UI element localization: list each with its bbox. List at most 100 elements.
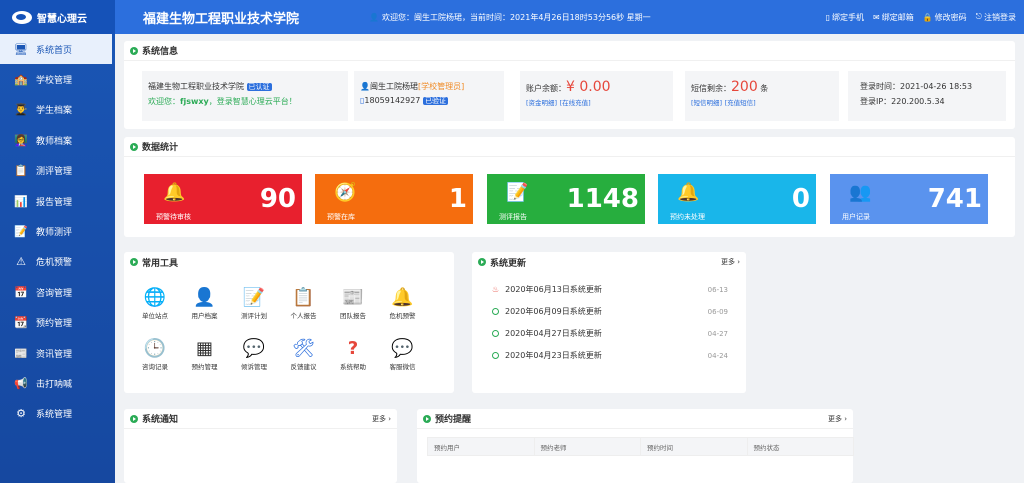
sidebar-item-teacher[interactable]: 👩‍🏫 教师档案	[0, 125, 115, 155]
plan-icon: 📝	[242, 287, 266, 308]
school-name: 福建生物工程职业技术学院	[143, 11, 300, 27]
stat-card[interactable]: 🔔 0 预约未处理	[658, 174, 816, 224]
column-header: 预约老师	[533, 437, 641, 456]
stats-panel: 数据统计 🔔 90 预警待审核 🧭 1 预警在库 📝 1148 测评报告 🔔 0 预约未处理 👥 741 用…	[124, 137, 1015, 237]
booking-more-link[interactable]: 更多 ›	[828, 414, 847, 424]
help-icon: ?	[347, 338, 359, 359]
phone-verified-badge: 已验证	[422, 97, 448, 105]
sidebar-item-school[interactable]: 🏫 学校管理	[0, 64, 115, 94]
stat-card[interactable]: 🔔 90 预警待审核	[144, 174, 302, 224]
tool-item[interactable]: 💬 倾诉管理	[233, 337, 275, 371]
stat-label: 用户记录	[842, 213, 870, 221]
update-title: 2020年04月27日系统更新	[505, 329, 602, 338]
stat-label: 预警待审核	[156, 213, 191, 221]
panel-title: 系统更新	[472, 252, 746, 272]
tool-label: 倾诉管理	[241, 363, 267, 371]
logout-link[interactable]: ⎋ 注销登录	[976, 12, 1016, 23]
panel-title: 系统通知	[124, 409, 397, 429]
tool-item[interactable]: 📋 个人报告	[283, 286, 325, 320]
globe-icon: 🌐	[143, 287, 167, 308]
tool-item[interactable]: ▦ 预约管理	[184, 337, 226, 371]
play-icon	[130, 46, 138, 55]
list-item[interactable]: ♨ 2020年06月13日系统更新 06-13	[492, 284, 728, 295]
team-report-icon: 📰	[341, 287, 365, 308]
tool-item[interactable]: 📰 团队报告	[332, 286, 374, 320]
stat-value: 1	[448, 184, 467, 214]
logout-icon: ⎋	[975, 12, 982, 21]
tool-item[interactable]: 🛠 反馈建议	[283, 337, 325, 371]
sidebar-item-teacher-test[interactable]: 📝 教师测评	[0, 216, 115, 246]
stat-card[interactable]: 🧭 1 预警在库	[315, 174, 473, 224]
stat-label: 测评报告	[499, 213, 527, 221]
tool-label: 团队报告	[340, 312, 366, 320]
tool-item[interactable]: 🌐 单位站点	[134, 286, 176, 320]
sidebar-item-label: 教师测评	[36, 228, 73, 239]
tool-label: 测评计划	[241, 312, 267, 320]
play-icon	[130, 142, 138, 151]
stat-value: 1148	[566, 184, 639, 214]
sidebar-item-consult[interactable]: 📅 咨询管理	[0, 277, 115, 307]
wechat-icon: 💬	[391, 338, 414, 359]
tool-item[interactable]: ? 系统帮助	[332, 337, 374, 371]
list-item[interactable]: 2020年04月27日系统更新 04-27	[492, 328, 728, 339]
column-header: 预约用户	[427, 437, 535, 456]
chat-icon: 💬	[242, 338, 266, 359]
user-icon: 👤	[193, 287, 216, 308]
tool-item[interactable]: 💬 客服微信	[382, 337, 424, 371]
sidebar-item-appointment[interactable]: 📆 预约管理	[0, 308, 115, 338]
sms-detail-link[interactable]: [短信明细]	[691, 99, 722, 107]
stat-card[interactable]: 👥 741 用户记录	[830, 174, 988, 224]
sidebar-item-news[interactable]: 📰 资讯管理	[0, 338, 115, 368]
list-item[interactable]: 2020年06月09日系统更新 06-09	[492, 306, 728, 317]
logo[interactable]: 智慧心理云	[0, 0, 115, 34]
consult-icon: 📅	[14, 285, 28, 299]
bind-email-link[interactable]: ✉ 绑定邮箱	[873, 12, 914, 23]
sidebar-item-gear[interactable]: ⚙ 系统管理	[0, 399, 115, 429]
top-links: ▯ 绑定手机 ✉ 绑定邮箱 🔒 修改密码 ⎋ 注销登录	[826, 0, 1016, 34]
sidebar-item-label: 咨询管理	[36, 288, 73, 299]
sidebar-item-monitor[interactable]: 🖥 系统首页	[0, 34, 115, 65]
stat-value: 741	[927, 184, 982, 214]
bind-phone-link[interactable]: ▯ 绑定手机	[826, 12, 864, 23]
tool-item[interactable]: 📝 测评计划	[233, 286, 275, 320]
tools-panel: 常用工具 🌐 单位站点 👤 用户档案 📝 测评计划 📋 个人报告 📰 团队报告 🔔 危机预警 🕒 咨询记录…	[124, 252, 454, 393]
update-date: 04-27	[707, 329, 728, 338]
change-password-link[interactable]: 🔒 修改密码	[923, 12, 967, 23]
sidebar-item-assessment[interactable]: 📋 测评管理	[0, 156, 115, 186]
assessment-icon: 📋	[14, 164, 28, 178]
sidebar-item-student[interactable]: 👨‍🎓 学生档案	[0, 95, 115, 125]
list-item[interactable]: 2020年04月23日系统更新 04-24	[492, 350, 728, 361]
updates-more-link[interactable]: 更多 ›	[721, 257, 740, 267]
sms-recharge-link[interactable]: [充值短信]	[725, 99, 756, 107]
circle-icon	[492, 352, 499, 359]
lock-icon: 🔒	[922, 12, 933, 22]
tool-item[interactable]: 🕒 咨询记录	[134, 337, 176, 371]
tool-label: 咨询记录	[142, 363, 168, 371]
tool-item[interactable]: 👤 用户档案	[184, 286, 226, 320]
update-date: 06-13	[707, 285, 728, 294]
top-bar: 福建生物工程职业技术学院 👤 欢迎您：闽生工院杨珺，当前时间：2021年4月26…	[115, 0, 1024, 34]
stat-card[interactable]: 📝 1148 测评报告	[487, 174, 645, 224]
tool-item[interactable]: 🔔 危机预警	[382, 286, 424, 320]
stat-label: 预警在库	[327, 213, 355, 221]
sidebar-item-warning[interactable]: ⚠ 危机预警	[0, 247, 115, 277]
warning-icon: ⚠	[16, 255, 26, 269]
column-header: 预约时间	[640, 437, 748, 456]
play-icon	[423, 414, 431, 423]
recharge-link[interactable]: [在线充值]	[560, 99, 591, 107]
sidebar-item-label: 危机预警	[36, 258, 73, 269]
email-icon: ✉	[873, 12, 880, 22]
bell-icon: 🔔	[163, 182, 186, 203]
sidebar-item-report[interactable]: 📊 报告管理	[0, 186, 115, 216]
teacher-icon: 👩‍🏫	[14, 133, 28, 147]
sidebar-item-label: 系统管理	[36, 410, 73, 421]
user-info-box: 👤闽生工院杨珺[学校管理员] ▯18059142927 已验证	[354, 71, 504, 121]
updates-panel: 系统更新 更多 › ♨ 2020年06月13日系统更新 06-13 2020年06月0…	[472, 252, 746, 393]
grid-icon: ▦	[195, 338, 213, 359]
sidebar-item-shout[interactable]: 📢 击打呐喊	[0, 368, 115, 398]
tools-icon: 🛠	[292, 338, 315, 359]
fund-detail-link[interactable]: [资金明细]	[526, 99, 557, 107]
stat-label: 预约未处理	[670, 213, 705, 221]
appointment-icon: 📆	[14, 316, 28, 330]
notice-more-link[interactable]: 更多 ›	[372, 414, 391, 424]
